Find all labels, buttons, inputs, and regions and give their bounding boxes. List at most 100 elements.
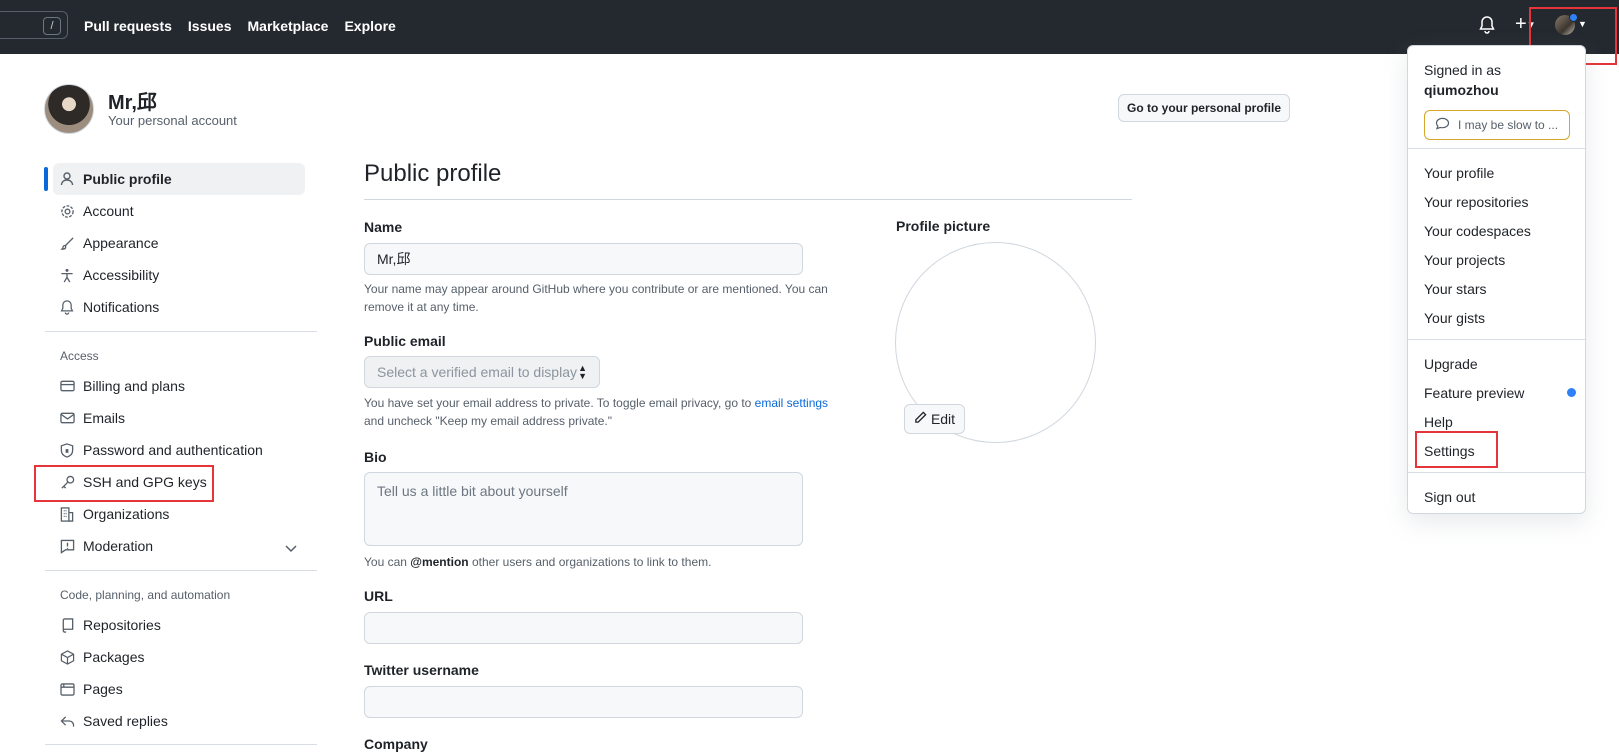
menu-item-your-profile[interactable]: Your profile [1424,165,1494,181]
sidebar-item-label: Organizations [83,506,170,522]
twitter-input[interactable] [364,686,803,718]
chevron-down-icon [285,540,297,556]
email-note-text: You have set your email address to priva… [364,396,755,410]
title-divider [364,199,1132,200]
sidebar-item-label: Notifications [83,299,160,315]
sidebar-item-pages[interactable]: Pages [53,673,305,705]
user-account-subtitle: Your personal account [108,113,237,128]
sidebar-item-label: Accessibility [83,267,160,283]
sidebar-item-label: Billing and plans [83,378,185,394]
goto-personal-profile-button[interactable]: Go to your personal profile [1118,94,1290,122]
company-label: Company [364,736,428,752]
public-email-select[interactable]: Select a verified email to display ▲ ▼ [364,356,600,388]
set-status-button[interactable]: I may be slow to ... [1424,110,1570,140]
name-value: Mr,邱 [377,251,411,267]
name-label: Name [364,219,403,235]
menu-item-feature-preview[interactable]: Feature preview [1424,385,1524,401]
edit-picture-button[interactable]: Edit [904,404,965,434]
mail-icon [59,410,75,426]
sidebar-item-organizations[interactable]: Organizations [53,498,305,530]
url-label: URL [364,588,393,604]
menu-divider [1408,148,1585,149]
sidebar-item-label: Password and authentication [83,442,263,458]
name-input[interactable]: Mr,邱 [364,243,803,275]
bio-note-mention: @mention [410,555,469,569]
bio-placeholder: Tell us a little bit about yourself [377,483,568,499]
bio-label: Bio [364,449,387,465]
menu-item-help[interactable]: Help [1424,414,1453,430]
nav-explore[interactable]: Explore [344,18,395,34]
sidebar-item-repositories[interactable]: Repositories [53,609,305,641]
menu-item-sign-out[interactable]: Sign out [1424,489,1475,505]
feature-preview-dot [1567,388,1576,397]
user-display-name: Mr,邱 [108,92,157,114]
bio-note-text: You can [364,555,411,569]
sidebar-item-saved-replies[interactable]: Saved replies [53,705,305,737]
sidebar-divider [45,570,317,571]
browser-icon [59,681,75,697]
sidebar-item-password[interactable]: Password and authentication [53,434,305,466]
search-shortcut-key: / [43,17,61,35]
page-title: Public profile [364,160,502,187]
global-nav: Pull requests Issues Marketplace Explore [84,18,396,34]
accessibility-icon [59,267,75,283]
search-input[interactable]: / [0,11,68,39]
twitter-label: Twitter username [364,662,479,678]
sidebar-item-label: Appearance [83,235,159,251]
sidebar-item-accessibility[interactable]: Accessibility [53,259,305,291]
sidebar-divider [45,744,317,745]
package-icon [59,649,75,665]
sidebar-item-public-profile[interactable]: Public profile [53,163,305,195]
notifications-bell-icon[interactable] [1479,16,1495,39]
status-text: I may be slow to ... [1458,118,1559,132]
menu-item-upgrade[interactable]: Upgrade [1424,356,1478,372]
email-note-text-2: and uncheck "Keep my email address priva… [364,414,612,428]
highlight-box-settings [1415,431,1498,468]
url-input[interactable] [364,612,803,644]
email-settings-link[interactable]: email settings [755,396,828,410]
menu-item-your-projects[interactable]: Your projects [1424,252,1505,268]
sidebar-item-notifications[interactable]: Notifications [53,291,305,323]
signed-in-as-text: Signed in as [1424,62,1502,78]
name-note: Your name may appear around GitHub where… [364,282,828,314]
organization-icon [59,506,75,522]
edit-label: Edit [930,411,956,427]
nav-pull-requests[interactable]: Pull requests [84,18,172,34]
sidebar-item-label: Saved replies [83,713,168,729]
sidebar-item-emails[interactable]: Emails [53,402,305,434]
sidebar-item-packages[interactable]: Packages [53,641,305,673]
menu-item-your-codespaces[interactable]: Your codespaces [1424,223,1531,239]
plus-icon: + [1515,13,1527,35]
bio-note-text-2: other users and organizations to link to… [468,555,712,569]
sidebar-item-account[interactable]: Account [53,195,305,227]
paintbrush-icon [59,235,75,251]
gear-icon [59,203,75,219]
bio-textarea[interactable]: Tell us a little bit about yourself [364,472,803,546]
nav-marketplace[interactable]: Marketplace [248,18,329,34]
menu-divider [1408,472,1585,473]
credit-card-icon [59,378,75,394]
highlight-box-ssh-keys [34,465,214,502]
sidebar-item-appearance[interactable]: Appearance [53,227,305,259]
top-navbar: / Pull requests Issues Marketplace Explo… [0,0,1619,54]
sidebar-item-label: Packages [83,649,145,665]
sidebar-item-label: Account [83,203,134,219]
sidebar-heading-code: Code, planning, and automation [60,588,231,602]
nav-issues[interactable]: Issues [188,18,232,34]
menu-item-your-gists[interactable]: Your gists [1424,310,1485,326]
profile-picture-label: Profile picture [896,218,991,234]
sidebar-item-billing[interactable]: Billing and plans [53,370,305,402]
menu-divider [1408,339,1585,340]
bio-note: You can @mention other users and organiz… [364,553,834,571]
sidebar-item-moderation[interactable]: Moderation [53,530,305,562]
repo-icon [59,617,75,633]
sidebar-item-label: Pages [83,681,123,697]
sidebar-heading-access: Access [60,349,99,363]
pencil-icon [914,411,927,427]
sidebar-item-label: Emails [83,410,126,426]
menu-item-your-repositories[interactable]: Your repositories [1424,194,1529,210]
signed-in-username: qiumozhou [1424,82,1499,98]
email-note: You have set your email address to priva… [364,394,834,430]
menu-item-your-stars[interactable]: Your stars [1424,281,1487,297]
sidebar-item-label: Repositories [83,617,161,633]
